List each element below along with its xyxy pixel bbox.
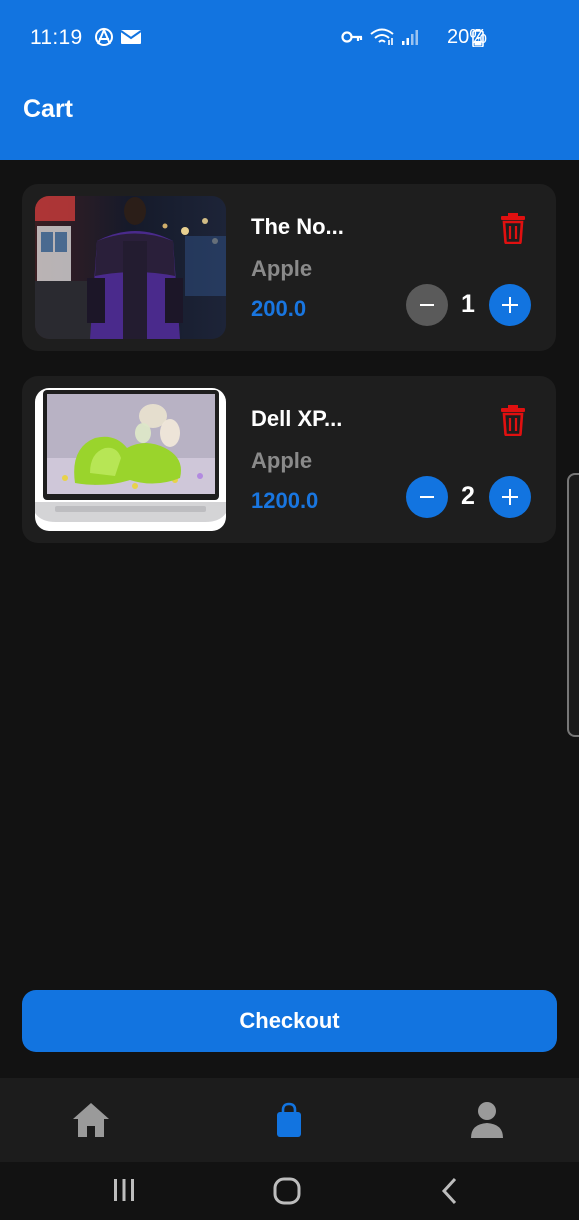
decrease-quantity-button[interactable] (406, 476, 448, 518)
product-image[interactable] (35, 196, 226, 339)
plus-icon (502, 297, 518, 313)
product-image[interactable] (35, 388, 226, 531)
nav-profile[interactable] (463, 1096, 511, 1144)
person-icon (471, 1102, 503, 1138)
nav-cart[interactable] (265, 1096, 313, 1144)
quantity-value: 2 (461, 482, 475, 510)
product-price: 200.0 (251, 296, 307, 321)
page-title: Cart (23, 95, 74, 123)
signal-icon (402, 30, 418, 45)
increase-quantity-button[interactable] (489, 476, 531, 518)
increase-quantity-button[interactable] (489, 284, 531, 326)
wifi-icon (370, 28, 394, 45)
app-header: 11:19 20% Cart (0, 0, 579, 160)
checkout-button[interactable]: Checkout (22, 990, 557, 1052)
status-right-icons (341, 28, 419, 46)
delete-icon[interactable] (500, 404, 526, 436)
status-left-icons (94, 27, 142, 47)
shopping-bag-icon (277, 1102, 301, 1137)
status-time: 11:19 (30, 26, 83, 49)
mail-icon (120, 30, 142, 44)
delete-icon[interactable] (500, 212, 526, 244)
home-icon (73, 1103, 109, 1137)
quantity-value: 1 (461, 290, 475, 318)
minus-icon (420, 304, 434, 306)
system-navigation-bar (0, 1162, 579, 1220)
home-button-icon[interactable] (272, 1176, 302, 1206)
plus-icon (502, 489, 518, 505)
cart-screen: 11:19 20% Cart The No... Apple 200.0 1 D… (0, 0, 579, 1220)
anarchy-icon (95, 27, 113, 46)
cart-item-card: Dell XP... Apple 1200.0 2 (22, 376, 556, 543)
cart-item-card: The No... Apple 200.0 1 (22, 184, 556, 351)
battery-charging-icon (472, 29, 484, 47)
bottom-navigation (0, 1078, 579, 1162)
product-name[interactable]: Dell XP... (251, 406, 342, 432)
vpn-key-icon (341, 31, 363, 43)
recent-apps-icon[interactable] (110, 1176, 138, 1204)
product-brand: Apple (251, 448, 313, 473)
product-brand: Apple (251, 256, 313, 281)
minus-icon (420, 496, 434, 498)
product-name[interactable]: The No... (251, 214, 344, 240)
back-icon[interactable] (440, 1176, 460, 1206)
scrollbar[interactable] (567, 473, 579, 737)
nav-home[interactable] (67, 1096, 115, 1144)
product-price: 1200.0 (251, 488, 319, 513)
decrease-quantity-button[interactable] (406, 284, 448, 326)
